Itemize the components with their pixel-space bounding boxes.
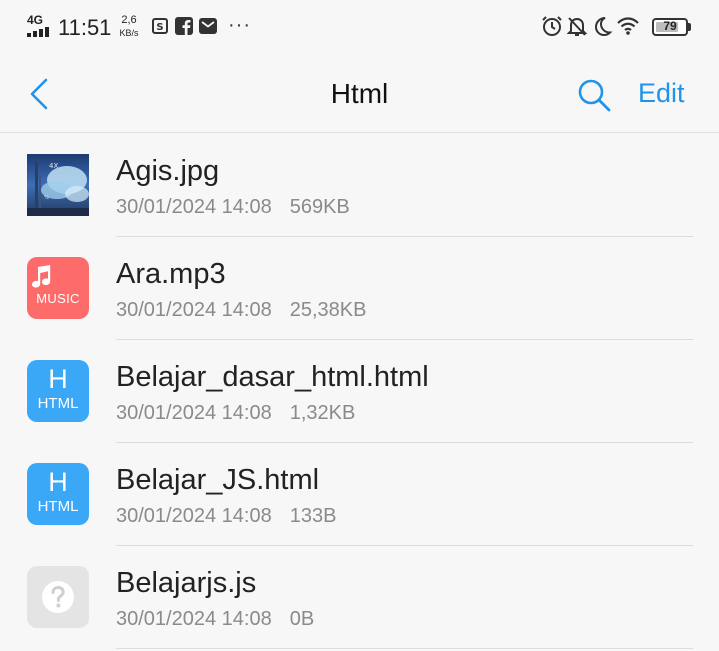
file-meta: 30/01/2024 14:08 569KB [116,196,350,219]
file-size: 25,38KB [289,299,367,321]
file-name: Ara.mp3 [116,258,226,290]
file-manager-screen: 4G 11:51 2,6 KB/s S ··· 79 Html Edit 4X … [0,0,719,651]
svg-text:4X: 4X [49,162,58,170]
file-date: 30/01/2024 14:08 [116,402,272,424]
app-header: Html Edit [0,56,719,133]
alarm-icon [542,16,562,36]
file-name: Agis.jpg [116,155,220,187]
wifi-icon [617,17,639,35]
row-divider [116,648,693,649]
music-note-icon [31,265,51,288]
network-type-label: 4G [27,13,44,27]
file-date: 30/01/2024 14:08 [116,196,272,218]
file-row-belajar-js-html[interactable]: H HTML Belajar_JS.html 30/01/2024 14:08 1… [0,443,719,546]
do-not-disturb-moon-icon [594,17,613,37]
status-bar: 4G 11:51 2,6 KB/s S ··· 79 [0,0,719,56]
battery-percent: 79 [663,19,677,33]
music-icon-label: MUSIC [36,291,80,306]
html-icon-label: HTML [37,395,79,412]
file-row-belajar-dasar-html[interactable]: H HTML Belajar_dasar_html.html 30/01/202… [0,340,719,443]
html-icon-letter: H [48,467,68,497]
screenshot-icon: S [152,18,168,34]
unknown-file-icon [27,566,89,628]
html-file-icon: H HTML [27,360,89,422]
back-arrow-icon[interactable] [22,76,58,112]
file-row-belajarjs-js[interactable]: Belajarjs.js 30/01/2024 14:08 0B [0,546,719,649]
html-file-icon: H HTML [27,463,89,525]
battery-indicator: 79 [652,18,691,36]
file-meta: 30/01/2024 14:08 0B [116,608,314,631]
signal-strength-icon [27,27,49,37]
image-thumbnail: 4X % [27,154,89,216]
file-date: 30/01/2024 14:08 [116,505,272,527]
file-date: 30/01/2024 14:08 [116,299,272,321]
search-icon[interactable] [576,77,612,113]
file-meta: 30/01/2024 14:08 25,38KB [116,299,366,322]
network-speed-unit: KB/s [119,28,139,38]
file-size: 0B [289,608,315,630]
facebook-icon [175,17,193,35]
file-date: 30/01/2024 14:08 [116,608,272,630]
network-speed-value: 2,6 [121,14,137,26]
file-name: Belajarjs.js [116,567,257,599]
file-meta: 30/01/2024 14:08 1,32KB [116,402,355,425]
edit-button[interactable]: Edit [638,78,685,109]
status-time: 11:51 [58,15,112,40]
file-name: Belajar_dasar_html.html [116,361,429,393]
file-size: 133B [289,505,337,527]
file-size: 569KB [289,196,350,218]
file-list: 4X % Agis.jpg 30/01/2024 14:08 569KB MUSI… [0,134,719,649]
file-row-agis-jpg[interactable]: 4X % Agis.jpg 30/01/2024 14:08 569KB [0,134,719,237]
battery-terminal [688,23,691,31]
svg-text:%: % [44,195,49,201]
file-size: 1,32KB [289,402,356,424]
svg-text:S: S [156,22,163,33]
html-icon-label: HTML [37,498,79,515]
network-speed: 2,6 KB/s [116,14,142,40]
file-name: Belajar_JS.html [116,464,320,496]
file-meta: 30/01/2024 14:08 133B [116,505,336,528]
file-row-ara-mp3[interactable]: MUSIC Ara.mp3 30/01/2024 14:08 25,38KB [0,237,719,340]
question-mark-icon [42,581,74,613]
mail-icon [199,18,217,34]
music-file-icon: MUSIC [27,257,89,319]
more-notifications-indicator: ··· [228,14,251,36]
html-icon-letter: H [48,364,68,394]
notifications-muted-icon [566,17,588,36]
